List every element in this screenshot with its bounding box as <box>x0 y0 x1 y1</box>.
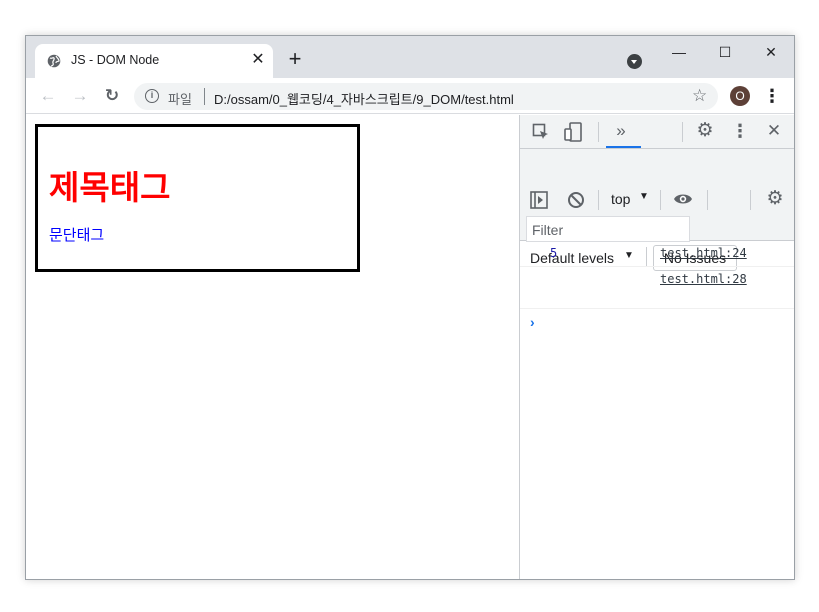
forward-button[interactable]: → <box>70 86 90 106</box>
scheme-label: 파일 <box>168 92 192 107</box>
active-tab-indicator <box>606 146 641 148</box>
toolbar-divider <box>682 122 683 142</box>
browser-window: JS - DOM Node ✕ + — ☐ ✕ ← → ↻ i 파일 D:/os… <box>25 35 795 580</box>
tab-title: JS - DOM Node <box>71 53 160 67</box>
console-message-source-link[interactable]: test.html:24 <box>660 246 747 260</box>
browser-toolbar: ← → ↻ i 파일 D:/ossam/0_웹코딩/4_자바스크립트/9_DOM… <box>26 78 794 114</box>
browser-menu-icon[interactable]: ⋮ <box>763 85 781 107</box>
browser-tab[interactable]: JS - DOM Node ✕ <box>35 44 273 78</box>
maximize-button[interactable]: ☐ <box>710 42 740 62</box>
new-tab-button[interactable]: + <box>286 48 304 70</box>
page-paragraph: 문단태그 <box>49 227 105 244</box>
inspect-element-icon[interactable] <box>532 123 550 141</box>
toolbar-divider <box>750 190 751 210</box>
page-viewport: 제목태그 문단태그 <box>26 115 519 579</box>
toolbar-divider <box>660 190 661 210</box>
toolbar-divider <box>598 190 599 210</box>
device-toggle-icon[interactable] <box>564 122 582 142</box>
address-bar[interactable]: i 파일 D:/ossam/0_웹코딩/4_자바스크립트/9_DOM/test.… <box>134 83 718 110</box>
page-heading: 제목태그 <box>49 169 171 206</box>
console-message: 5 test.html:24 <box>520 241 794 267</box>
devtools-close-icon[interactable]: ✕ <box>765 122 783 140</box>
globe-icon <box>47 54 61 68</box>
clear-console-icon[interactable] <box>567 191 585 209</box>
back-button[interactable]: ← <box>38 86 58 106</box>
content-box: 제목태그 문단태그 <box>35 124 360 272</box>
minimize-button[interactable]: — <box>664 42 694 62</box>
console-settings-icon[interactable]: ⚙ <box>765 189 785 208</box>
window-close-button[interactable]: ✕ <box>756 42 786 62</box>
toolbar-divider <box>598 122 599 142</box>
address-divider <box>204 88 205 105</box>
console-filter-input[interactable]: Filter <box>526 216 690 242</box>
tab-search-icon[interactable] <box>627 54 642 69</box>
tab-close-icon[interactable]: ✕ <box>249 51 267 69</box>
devtools-panel: » ⚙ ⋮ ✕ top ▼ ⚙ Filter Default levels ▼ … <box>519 115 794 579</box>
console-sidebar-icon[interactable] <box>530 191 548 209</box>
profile-avatar[interactable]: O <box>730 86 750 106</box>
devtools-main-toolbar: » ⚙ ⋮ ✕ <box>520 115 794 149</box>
console-message-value: 5 <box>550 246 558 260</box>
tab-strip: JS - DOM Node ✕ + — ☐ ✕ <box>26 36 794 78</box>
devtools-menu-icon[interactable]: ⋮ <box>731 122 749 140</box>
bookmark-star-icon[interactable]: ☆ <box>692 86 707 106</box>
context-selector[interactable]: top <box>611 191 630 207</box>
console-message-source-link[interactable]: test.html:28 <box>660 272 747 286</box>
context-caret-icon[interactable]: ▼ <box>639 191 649 202</box>
more-tabs-icon[interactable]: » <box>612 122 630 140</box>
console-message: test.html:28 <box>520 267 794 309</box>
devtools-settings-icon[interactable]: ⚙ <box>695 121 715 140</box>
reload-button[interactable]: ↻ <box>102 86 122 106</box>
site-info-icon[interactable]: i <box>145 89 159 103</box>
live-expression-eye-icon[interactable] <box>673 192 693 206</box>
console-prompt-icon[interactable]: › <box>530 314 535 330</box>
url-text[interactable]: D:/ossam/0_웹코딩/4_자바스크립트/9_DOM/test.html <box>214 89 514 108</box>
console-toolbar: top ▼ ⚙ Filter Default levels ▼ No Issue… <box>520 149 794 271</box>
console-output: 5 test.html:24 test.html:28 › <box>520 241 794 579</box>
toolbar-divider <box>707 190 708 210</box>
